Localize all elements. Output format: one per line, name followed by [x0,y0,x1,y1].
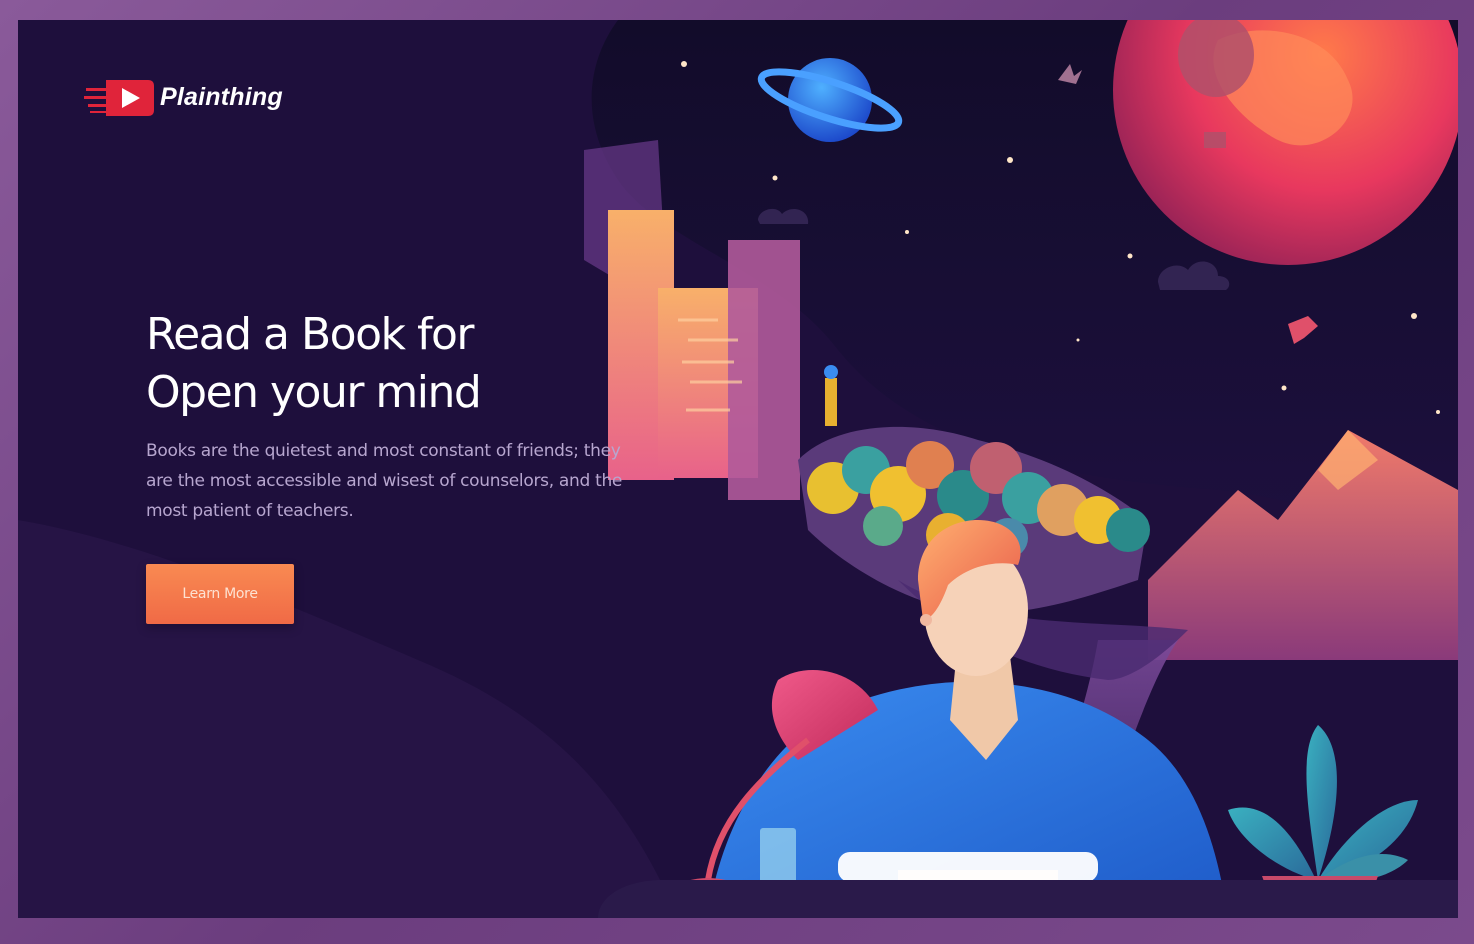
bottom-wave [18,520,678,918]
hero-description: Books are the quietest and most constant… [146,441,623,521]
brand-logo[interactable]: Plainthing [84,76,283,118]
potted-plant [1228,725,1418,898]
hero-title-line-1: Read a Book for [146,309,475,360]
glass-of-water [760,828,796,888]
play-icon [84,76,156,118]
hero-title-line-2: Open your mind [146,367,482,418]
brand-name: Plainthing [160,82,283,111]
learn-more-button[interactable]: Learn More [146,564,294,624]
hero-section: Plainthing Read a Book for Open your min… [18,20,1458,918]
hero-title: Read a Book for Open your mind [146,306,646,422]
desk [598,880,1458,918]
observer-figure [825,378,837,426]
